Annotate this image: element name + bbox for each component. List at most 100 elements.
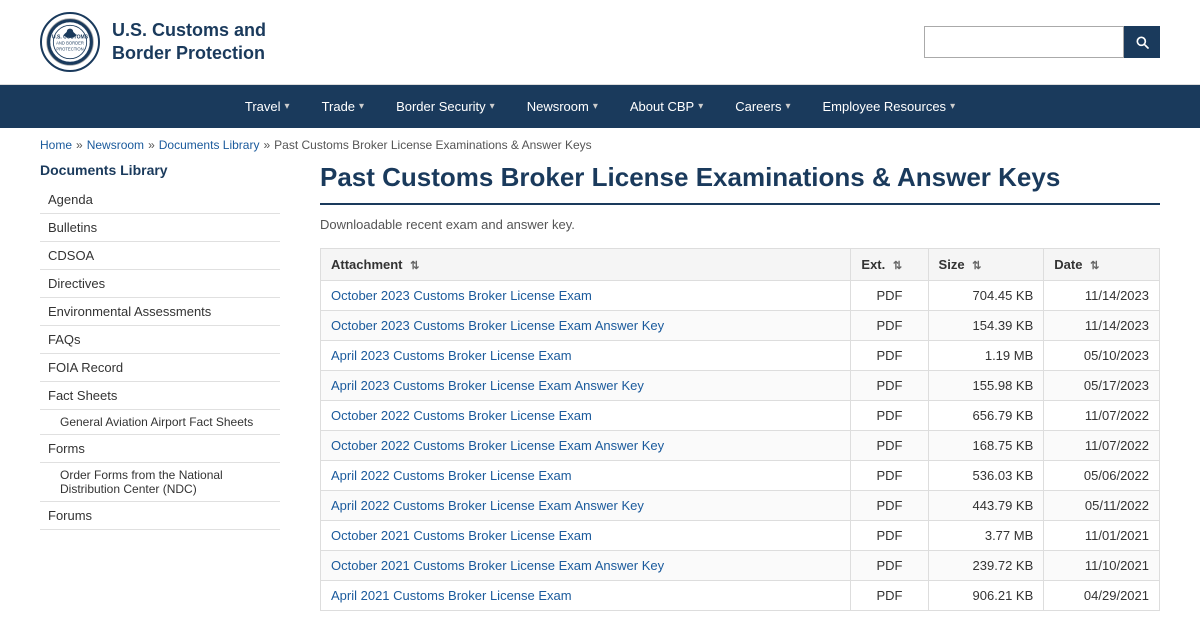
exam-link[interactable]: April 2023 Customs Broker License Exam A… (331, 378, 644, 393)
table-row: October 2021 Customs Broker License Exam… (321, 521, 1160, 551)
main-nav: Travel ▾ Trade ▾ Border Security ▾ Newsr… (0, 85, 1200, 128)
size-cell: 154.39 KB (928, 311, 1044, 341)
ext-cell: PDF (851, 491, 928, 521)
date-cell: 05/11/2022 (1044, 491, 1160, 521)
sidebar-item-bulletins[interactable]: Bulletins (40, 214, 280, 242)
table-row: April 2023 Customs Broker License Exam A… (321, 371, 1160, 401)
nav-item-trade[interactable]: Trade ▾ (306, 85, 381, 128)
breadcrumb-current: Past Customs Broker License Examinations… (274, 138, 591, 152)
breadcrumb-home[interactable]: Home (40, 138, 72, 152)
col-header-date[interactable]: Date ⇅ (1044, 249, 1160, 281)
nav-item-border-security[interactable]: Border Security ▾ (380, 85, 511, 128)
table-row: April 2022 Customs Broker License Exam A… (321, 491, 1160, 521)
ext-cell: PDF (851, 401, 928, 431)
date-cell: 11/14/2023 (1044, 311, 1160, 341)
sidebar-item-forums[interactable]: Forums (40, 502, 280, 530)
size-cell: 704.45 KB (928, 281, 1044, 311)
exam-link[interactable]: April 2022 Customs Broker License Exam A… (331, 498, 644, 513)
breadcrumb-separator: » (263, 138, 270, 152)
nav-item-newsroom[interactable]: Newsroom ▾ (511, 85, 614, 128)
exam-link[interactable]: October 2022 Customs Broker License Exam… (331, 438, 664, 453)
exam-link[interactable]: October 2023 Customs Broker License Exam (331, 288, 592, 303)
size-cell: 155.98 KB (928, 371, 1044, 401)
exam-link[interactable]: April 2023 Customs Broker License Exam (331, 348, 572, 363)
exams-table: Attachment ⇅ Ext. ⇅ Size ⇅ Date ⇅ Octobe… (320, 248, 1160, 611)
sidebar-item-foia-record[interactable]: FOIA Record (40, 354, 280, 382)
agency-name: U.S. Customs andBorder Protection (112, 19, 266, 66)
sort-icon: ⇅ (1090, 260, 1099, 272)
sidebar-title: Documents Library (40, 162, 280, 178)
svg-text:AND BORDER: AND BORDER (56, 41, 84, 46)
ext-cell: PDF (851, 521, 928, 551)
sidebar-item-faqs[interactable]: FAQs (40, 326, 280, 354)
nav-label: Careers (735, 99, 781, 114)
ext-cell: PDF (851, 431, 928, 461)
nav-item-about-cbp[interactable]: About CBP ▾ (614, 85, 719, 128)
chevron-down-icon: ▾ (285, 101, 290, 112)
exam-link[interactable]: October 2021 Customs Broker License Exam… (331, 558, 664, 573)
sidebar: Documents Library Agenda Bulletins CDSOA… (40, 162, 280, 631)
exam-link[interactable]: October 2021 Customs Broker License Exam (331, 528, 592, 543)
col-header-attachment[interactable]: Attachment ⇅ (321, 249, 851, 281)
table-header-row: Attachment ⇅ Ext. ⇅ Size ⇅ Date ⇅ (321, 249, 1160, 281)
date-cell: 11/10/2021 (1044, 551, 1160, 581)
sidebar-item-general-aviation[interactable]: General Aviation Airport Fact Sheets (40, 410, 280, 435)
table-row: October 2023 Customs Broker License Exam… (321, 311, 1160, 341)
ext-cell: PDF (851, 341, 928, 371)
exam-link[interactable]: April 2021 Customs Broker License Exam (331, 588, 572, 603)
breadcrumb: Home » Newsroom » Documents Library » Pa… (0, 128, 1200, 162)
main-layout: Documents Library Agenda Bulletins CDSOA… (0, 162, 1200, 631)
size-cell: 656.79 KB (928, 401, 1044, 431)
nav-item-travel[interactable]: Travel ▾ (229, 85, 306, 128)
nav-label: Trade (322, 99, 355, 114)
exam-link[interactable]: October 2023 Customs Broker License Exam… (331, 318, 664, 333)
table-row: October 2021 Customs Broker License Exam… (321, 551, 1160, 581)
date-cell: 11/07/2022 (1044, 401, 1160, 431)
date-cell: 04/29/2021 (1044, 581, 1160, 611)
ext-cell: PDF (851, 461, 928, 491)
sidebar-item-order-forms[interactable]: Order Forms from the National Distributi… (40, 463, 280, 502)
page-header: U.S. CUSTOMS AND BORDER PROTECTION U.S. … (0, 0, 1200, 85)
size-cell: 3.77 MB (928, 521, 1044, 551)
sidebar-item-cdsoa[interactable]: CDSOA (40, 242, 280, 270)
table-row: October 2022 Customs Broker License Exam… (321, 401, 1160, 431)
chevron-down-icon: ▾ (950, 101, 955, 112)
date-cell: 11/07/2022 (1044, 431, 1160, 461)
nav-label: Employee Resources (823, 99, 947, 114)
nav-item-careers[interactable]: Careers ▾ (719, 85, 806, 128)
col-header-ext[interactable]: Ext. ⇅ (851, 249, 928, 281)
sidebar-item-fact-sheets[interactable]: Fact Sheets (40, 382, 280, 410)
size-cell: 1.19 MB (928, 341, 1044, 371)
date-cell: 11/14/2023 (1044, 281, 1160, 311)
breadcrumb-documents-library[interactable]: Documents Library (159, 138, 260, 152)
chevron-down-icon: ▾ (785, 101, 790, 112)
ext-cell: PDF (851, 581, 928, 611)
exam-link[interactable]: October 2022 Customs Broker License Exam (331, 408, 592, 423)
table-row: October 2023 Customs Broker License Exam… (321, 281, 1160, 311)
table-row: April 2022 Customs Broker License Exam PD… (321, 461, 1160, 491)
sidebar-item-agenda[interactable]: Agenda (40, 186, 280, 214)
nav-item-employee-resources[interactable]: Employee Resources ▾ (807, 85, 972, 128)
sort-icon: ⇅ (972, 260, 981, 272)
sort-icon: ⇅ (410, 260, 419, 272)
chevron-down-icon: ▾ (359, 101, 364, 112)
col-header-size[interactable]: Size ⇅ (928, 249, 1044, 281)
nav-label: Travel (245, 99, 281, 114)
breadcrumb-newsroom[interactable]: Newsroom (87, 138, 144, 152)
svg-text:PROTECTION: PROTECTION (56, 46, 83, 51)
size-cell: 168.75 KB (928, 431, 1044, 461)
search-button[interactable] (1124, 26, 1160, 58)
breadcrumb-separator: » (148, 138, 155, 152)
sidebar-item-environmental-assessments[interactable]: Environmental Assessments (40, 298, 280, 326)
sidebar-item-forms[interactable]: Forms (40, 435, 280, 463)
ext-cell: PDF (851, 551, 928, 581)
size-cell: 536.03 KB (928, 461, 1044, 491)
nav-label: Border Security (396, 99, 486, 114)
sidebar-item-directives[interactable]: Directives (40, 270, 280, 298)
date-cell: 05/06/2022 (1044, 461, 1160, 491)
size-cell: 443.79 KB (928, 491, 1044, 521)
table-row: April 2021 Customs Broker License Exam PD… (321, 581, 1160, 611)
exam-link[interactable]: April 2022 Customs Broker License Exam (331, 468, 572, 483)
table-row: October 2022 Customs Broker License Exam… (321, 431, 1160, 461)
search-input[interactable] (924, 26, 1124, 58)
